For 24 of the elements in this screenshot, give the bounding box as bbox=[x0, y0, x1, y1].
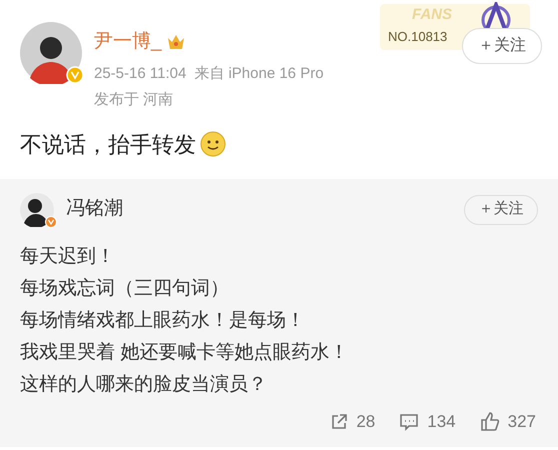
repost-text-line: 这样的人哪来的脸皮当演员？ bbox=[20, 372, 268, 396]
smiley-icon bbox=[200, 131, 226, 157]
repost-text-line: 每天迟到！ bbox=[20, 244, 116, 268]
thumbs-up-icon[interactable] bbox=[480, 412, 500, 432]
post-location: 发布于 河南 bbox=[94, 90, 174, 110]
verified-badge-icon bbox=[45, 216, 57, 228]
comment-count: 134 bbox=[427, 411, 456, 433]
repost-count: 28 bbox=[356, 411, 376, 433]
like-count: 327 bbox=[508, 411, 536, 433]
author-name[interactable]: 冯铭潮 bbox=[66, 195, 123, 224]
follow-button[interactable]: ＋关注 bbox=[464, 194, 538, 224]
avatar[interactable] bbox=[20, 192, 54, 226]
post-time: 25-5-16 11:04 bbox=[94, 64, 186, 84]
repost-text-line: 我戏里哭着 她还要喊卡等她点眼药水！ bbox=[20, 340, 350, 364]
crown-icon bbox=[166, 33, 186, 52]
post-text: 不说话，抬手转发 bbox=[20, 130, 196, 158]
post-source: 来自 iPhone 16 Pro bbox=[194, 64, 324, 84]
repost-text-line: 每场情绪戏都上眼药水！是每场！ bbox=[20, 308, 306, 332]
comment-icon[interactable] bbox=[399, 412, 420, 431]
share-icon[interactable] bbox=[330, 412, 348, 431]
follow-button[interactable]: ＋关注 bbox=[462, 28, 542, 64]
avatar[interactable] bbox=[20, 22, 82, 84]
repost-text-line: 每场戏忘词（三四句词） bbox=[20, 276, 230, 300]
verified-badge-icon bbox=[66, 66, 84, 84]
